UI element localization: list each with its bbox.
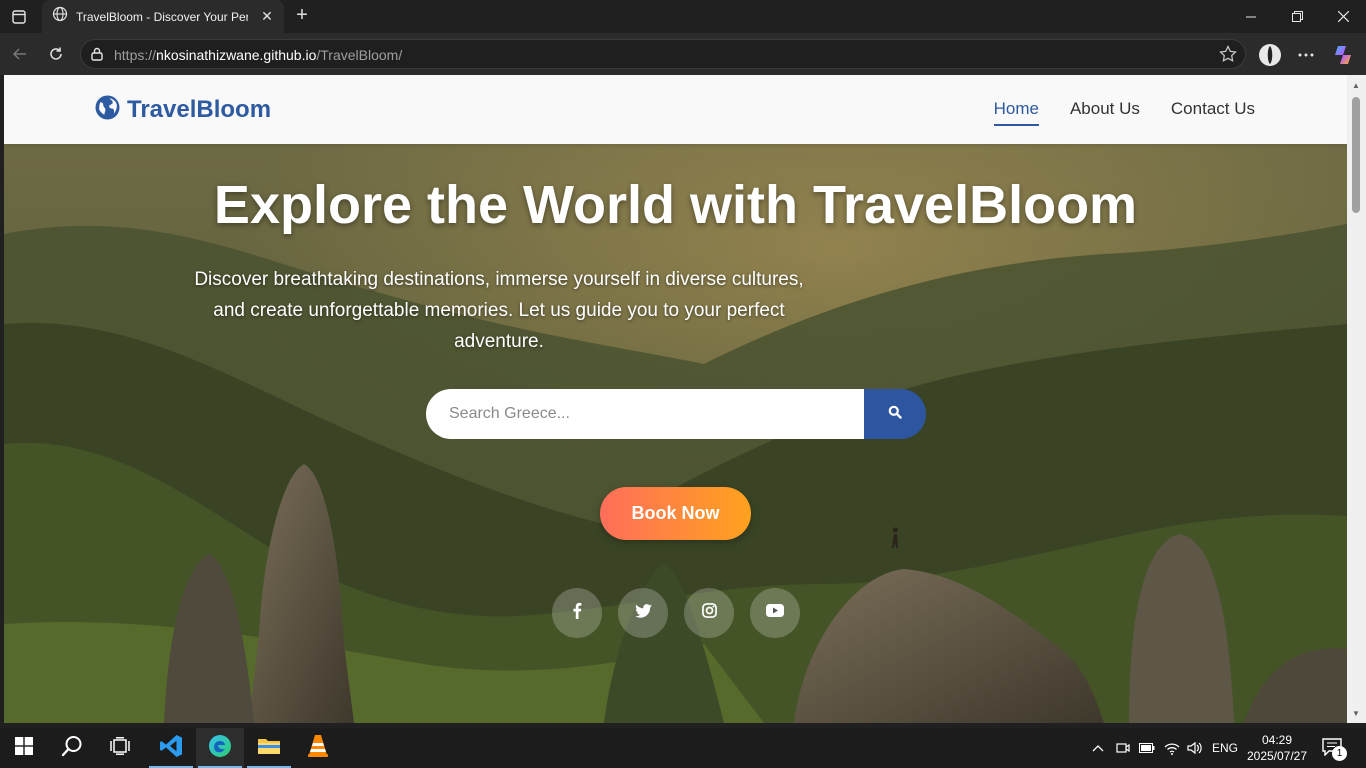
browser-tab-active[interactable]: TravelBloom - Discover Your Perfect Dest… <box>42 0 284 33</box>
hero-subtitle: Discover breathtaking destinations, imme… <box>194 269 804 352</box>
youtube-icon <box>766 604 784 622</box>
clock-time: 04:29 <box>1261 733 1293 747</box>
youtube-link[interactable] <box>750 588 800 638</box>
page-scrollbar[interactable]: ▲ ▼ <box>1347 75 1366 723</box>
clock-date: 2025/07/27 <box>1246 749 1308 763</box>
facebook-link[interactable] <box>552 588 602 638</box>
address-bar[interactable]: https://nkosinathizwane.github.io/Travel… <box>80 39 1246 69</box>
globe-logo-icon <box>95 95 120 125</box>
edge-icon <box>208 734 232 763</box>
edge-taskbar-button[interactable] <box>196 728 244 768</box>
twitter-link[interactable] <box>618 588 668 638</box>
hero-section: Explore the World with TravelBloom Disco… <box>4 144 1347 723</box>
instagram-link[interactable] <box>684 588 734 638</box>
nav-contact-us[interactable]: Contact Us <box>1171 99 1255 126</box>
input-language[interactable]: ENG <box>1212 741 1238 755</box>
task-view-icon <box>110 736 130 760</box>
windows-taskbar: ENG 04:29 2025/07/27 1 <box>0 728 1366 768</box>
scroll-down-icon[interactable]: ▼ <box>1351 709 1361 719</box>
vlc-taskbar-button[interactable] <box>294 728 342 768</box>
main-nav: Home About Us Contact Us <box>993 99 1255 126</box>
taskbar-search-button[interactable] <box>48 728 96 768</box>
vscode-icon <box>159 734 183 763</box>
url-text: https://nkosinathizwane.github.io/Travel… <box>114 47 403 63</box>
nav-home[interactable]: Home <box>993 99 1039 126</box>
search-button[interactable] <box>864 389 926 439</box>
camera-icon[interactable] <box>1113 738 1133 758</box>
tab-title: TravelBloom - Discover Your Perfect Dest… <box>76 9 248 24</box>
scroll-thumb[interactable] <box>1352 97 1360 213</box>
page-viewport: TravelBloom Home About Us Contact Us Exp… <box>4 75 1347 723</box>
search-bar <box>426 389 926 439</box>
folder-icon <box>257 736 281 761</box>
book-now-button[interactable]: Book Now <box>600 487 751 540</box>
hero-title: Explore the World with TravelBloom <box>213 175 1138 235</box>
new-tab-icon[interactable]: + <box>291 5 313 27</box>
profile-avatar-icon[interactable] <box>1257 42 1283 68</box>
favorite-star-icon[interactable] <box>1219 45 1237 68</box>
globe-icon <box>52 6 68 27</box>
battery-icon[interactable] <box>1137 738 1157 758</box>
close-window-icon[interactable] <box>1320 0 1366 33</box>
back-icon[interactable] <box>8 42 32 66</box>
instagram-icon <box>701 603 717 623</box>
system-clock[interactable]: 04:29 2025/07/27 <box>1245 732 1309 764</box>
nav-about-us[interactable]: About Us <box>1070 99 1140 126</box>
wifi-icon[interactable] <box>1162 738 1182 758</box>
refresh-icon[interactable] <box>44 42 68 66</box>
vscode-taskbar-button[interactable] <box>147 728 195 768</box>
site-header: TravelBloom Home About Us Contact Us <box>4 75 1347 144</box>
facebook-icon <box>572 602 582 624</box>
vlc-icon <box>307 734 329 763</box>
logo-text: TravelBloom <box>127 96 272 123</box>
more-options-icon[interactable] <box>1293 42 1319 68</box>
restore-icon[interactable] <box>1274 0 1320 33</box>
chevron-up-icon[interactable] <box>1088 738 1108 758</box>
search-icon <box>61 735 83 762</box>
search-input[interactable] <box>426 389 866 439</box>
browser-tabbar: TravelBloom - Discover Your Perfect Dest… <box>0 0 1366 33</box>
social-links <box>552 588 800 638</box>
tab-close-icon[interactable]: ✕ <box>258 7 276 25</box>
browser-toolbar: https://nkosinathizwane.github.io/Travel… <box>0 33 1366 75</box>
volume-icon[interactable] <box>1185 738 1205 758</box>
task-view-button[interactable] <box>96 728 144 768</box>
windows-logo-icon <box>15 736 33 760</box>
file-explorer-taskbar-button[interactable] <box>245 728 293 768</box>
site-logo[interactable]: TravelBloom <box>95 95 271 125</box>
scroll-up-icon[interactable]: ▲ <box>1351 81 1361 91</box>
copilot-icon[interactable] <box>1330 42 1356 68</box>
lock-icon[interactable] <box>90 46 104 67</box>
twitter-icon <box>634 603 652 623</box>
minimize-icon[interactable] <box>1228 0 1274 33</box>
tab-actions-icon[interactable] <box>8 6 30 28</box>
search-icon <box>888 405 902 424</box>
start-button[interactable] <box>0 728 48 768</box>
notification-badge: 1 <box>1332 746 1347 761</box>
